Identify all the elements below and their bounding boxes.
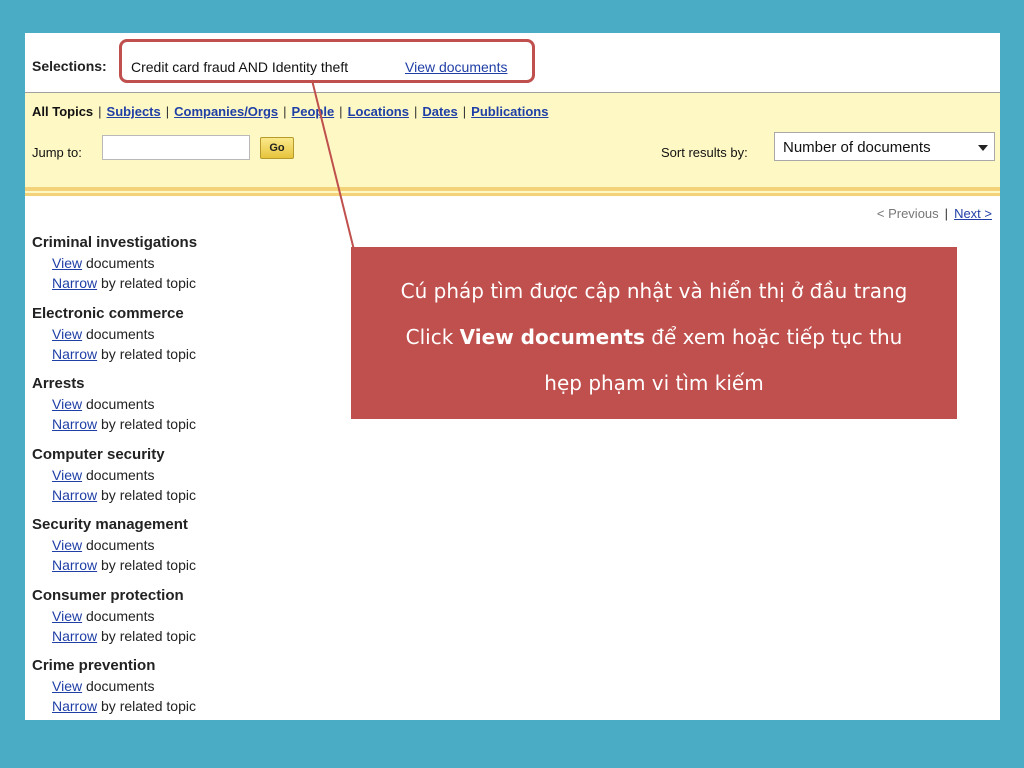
go-button[interactable]: Go [260,137,294,159]
topic-link-companies[interactable]: Companies/Orgs [174,104,278,119]
narrow-suffix: by related topic [97,557,196,573]
view-link[interactable]: View [52,255,82,271]
all-topics-label: All Topics [32,104,94,119]
callout-line-2: Click View documents để xem hoặc tiếp tụ… [405,325,903,349]
result-item: Arrests View documents Narrow by related… [32,374,362,445]
view-suffix: documents [82,678,155,694]
result-title: Consumer protection [32,586,184,604]
narrow-link[interactable]: Narrow [52,275,97,291]
result-item: Crime prevention View documents Narrow b… [32,656,362,720]
jump-to-input[interactable] [102,135,250,160]
narrow-link[interactable]: Narrow [52,628,97,644]
sort-label: Sort results by: [661,145,748,160]
topic-nav: All Topics | Subjects | Companies/Orgs | Peopl… [32,104,549,119]
view-link[interactable]: View [52,678,82,694]
results-list: Criminal investigations View documents N… [32,233,362,720]
narrow-link[interactable]: Narrow [52,346,97,362]
topic-link-publications[interactable]: Publications [471,104,548,119]
view-link[interactable]: View [52,467,82,483]
narrow-link[interactable]: Narrow [52,416,97,432]
view-link[interactable]: View [52,396,82,412]
view-suffix: documents [82,325,155,342]
callout-line-1: Cú pháp tìm được cập nhật và hiển thị ở … [400,279,908,303]
topic-link-locations[interactable]: Locations [348,104,409,119]
narrow-suffix: by related topic [97,627,196,644]
result-title: Crime prevention [32,657,156,674]
view-suffix: documents [82,255,155,271]
view-suffix: documents [82,466,155,483]
narrow-link[interactable]: Narrow [52,557,97,573]
view-link[interactable]: View [52,608,82,624]
selections-bar: Selections: Credit card fraud AND Identi… [25,33,1000,93]
result-item: Security management View documents Narro… [32,515,362,586]
view-suffix: documents [82,396,155,412]
pagination: < Previous | Next > [876,206,992,221]
result-item: Electronic commerce View documents Narro… [32,304,362,375]
result-item: Criminal investigations View documents N… [32,233,362,304]
result-title: Criminal investigations [32,234,198,251]
view-suffix: documents [82,537,155,553]
topic-link-dates[interactable]: Dates [422,104,457,119]
topic-link-people[interactable]: People [292,104,335,119]
narrow-link[interactable]: Narrow [52,698,97,714]
result-title: Arrests [32,375,85,392]
result-item: Computer security View documents Narrow … [32,445,362,516]
callout-box: Cú pháp tìm được cập nhật và hiển thị ở … [351,247,957,419]
panel-divider [25,187,1000,191]
view-suffix: documents [82,607,155,624]
view-link[interactable]: View [52,326,82,342]
sort-selected-value: Number of documents [783,139,931,156]
result-title: Electronic commerce [32,304,184,322]
narrow-suffix: by related topic [97,698,196,714]
sort-select[interactable]: Number of documents [774,132,995,161]
narrow-suffix: by related topic [97,275,196,291]
narrow-suffix: by related topic [97,486,196,503]
result-title: Computer security [32,445,165,463]
result-item: Consumer protection View documents Narro… [32,586,362,657]
view-documents-link[interactable]: View documents [405,59,507,75]
view-link[interactable]: View [52,537,82,553]
dropdown-arrow-icon [978,145,988,151]
callout-bold-view-documents: View documents [459,325,645,349]
narrow-suffix: by related topic [97,416,196,432]
narrow-link[interactable]: Narrow [52,487,97,503]
callout-line-3: hẹp phạm vi tìm kiếm [544,371,764,395]
previous-link: < Previous [876,206,939,221]
selections-label: Selections: [32,58,107,74]
panel-divider [25,193,1000,196]
result-title: Security management [32,516,188,533]
narrow-suffix: by related topic [97,345,196,362]
topic-link-subjects[interactable]: Subjects [107,104,161,119]
search-query-text: Credit card fraud AND Identity theft [131,59,349,75]
next-link[interactable]: Next > [954,206,992,221]
jump-to-label: Jump to: [32,145,82,160]
